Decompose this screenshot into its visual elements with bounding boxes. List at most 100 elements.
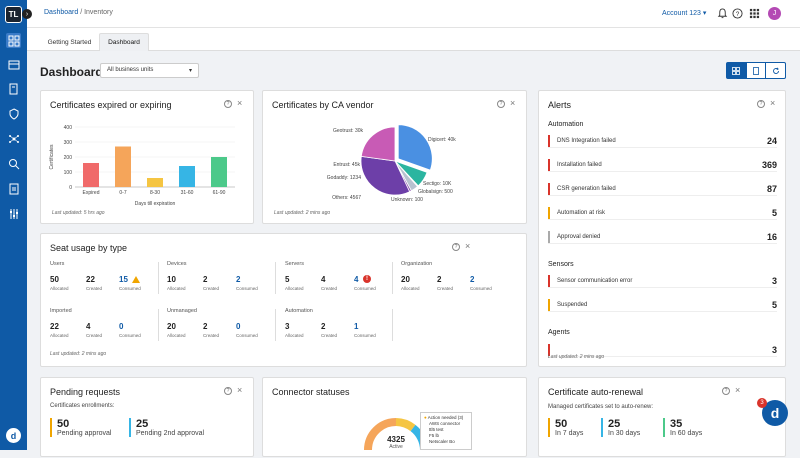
alert-count: 3	[771, 345, 777, 355]
card-title: Certificate auto-renewal	[548, 387, 644, 397]
alert-label: DNS Integration failed	[557, 138, 616, 144]
sidebar-item-requests[interactable]	[6, 81, 21, 96]
help-icon[interactable]: ?	[224, 100, 232, 108]
avatar[interactable]: J	[768, 7, 781, 20]
alert-row[interactable]: DNS Integration failed 24	[548, 134, 777, 148]
y-tick-label: 200	[64, 155, 73, 161]
top-bar: Dashboard / Inventory Account 123 ▾ ? J	[27, 0, 800, 28]
seat-consumed[interactable]: 0	[119, 322, 123, 331]
breadcrumb-dashboard-link[interactable]: Dashboard	[44, 9, 78, 16]
stat-label: Pending 2nd approval	[136, 430, 205, 437]
last-updated: Last updated: 2 mins ago	[274, 210, 331, 216]
pie-slice[interactable]	[360, 155, 411, 196]
alerts-section-agents: Agents	[548, 329, 570, 336]
tab-dashboard[interactable]: Dashboard	[99, 33, 149, 51]
alert-severity-bar	[548, 207, 550, 219]
breadcrumb-current: Inventory	[84, 9, 113, 16]
pie-slice[interactable]	[397, 124, 433, 171]
help-icon[interactable]: ?	[452, 243, 460, 251]
bar-0-7[interactable]	[115, 146, 131, 188]
seat-divider	[158, 262, 159, 294]
alert-row[interactable]: Automation at risk 5	[548, 206, 777, 220]
alert-count: 369	[761, 160, 777, 170]
sidebar-item-reports[interactable]	[6, 181, 21, 196]
document-edit-icon	[9, 83, 17, 94]
bar-61-90[interactable]	[211, 157, 227, 187]
alert-label: Automation at risk	[557, 210, 606, 216]
close-icon[interactable]: ×	[237, 98, 242, 108]
brand-logo[interactable]: d	[6, 428, 21, 443]
x-tick-label: 61-90	[213, 190, 226, 196]
seat-consumed[interactable]: 2	[470, 275, 474, 284]
seat-consumed[interactable]: 0	[236, 322, 240, 331]
alert-severity-bar	[548, 275, 550, 287]
seat-allocated: 5	[285, 275, 290, 284]
sidebar-item-policies[interactable]	[6, 106, 21, 121]
sidebar-item-discovery[interactable]	[6, 156, 21, 171]
seat-divider	[392, 262, 393, 294]
alert-count: 3	[771, 276, 777, 286]
alert-row[interactable]: Approval denied 16	[548, 230, 777, 244]
sidebar-item-inventory[interactable]	[6, 57, 21, 72]
x-tick-label: 0-7	[119, 190, 126, 196]
close-icon[interactable]: ×	[465, 241, 470, 251]
renewal-7-days-stat[interactable]: 50 In 7 days	[548, 418, 583, 437]
seat-consumed[interactable]: 15	[119, 275, 128, 284]
seat-created-label: Created	[203, 333, 220, 338]
alert-row[interactable]: CSR generation failed 87	[548, 182, 777, 196]
sidebar-toggle-icon[interactable]: ›	[22, 9, 32, 19]
alert-row[interactable]: Installation failed 369	[548, 158, 777, 172]
stat-value: 25	[136, 418, 149, 430]
help-icon[interactable]: ?	[497, 100, 505, 108]
sidebar-item-network[interactable]	[6, 131, 21, 146]
seat-consumed[interactable]: 1	[354, 322, 358, 331]
seat-allocated: 22	[50, 322, 59, 331]
tab-getting-started[interactable]: Getting Started	[42, 33, 97, 51]
help-icon[interactable]: ?	[757, 100, 765, 108]
grid-view-button[interactable]	[727, 63, 747, 78]
bar-31-60[interactable]	[179, 166, 195, 187]
pie-label: Geotrust: 30k	[333, 128, 364, 134]
close-icon[interactable]: ×	[237, 385, 242, 395]
seat-consumed[interactable]: 2	[236, 275, 240, 284]
bar-Expired[interactable]	[83, 163, 99, 187]
pending-2nd-approval-stat[interactable]: 25 Pending 2nd approval	[129, 418, 204, 437]
tooltip-item[interactable]: Netscaler Bo	[424, 439, 468, 445]
business-unit-select[interactable]: All business units ▾	[100, 63, 199, 78]
renewal-60-days-stat[interactable]: 35 In 60 days	[663, 418, 702, 437]
alert-row[interactable]: Suspended 5	[548, 298, 777, 312]
apps-grid-icon[interactable]	[749, 8, 760, 19]
seat-created: 22	[86, 275, 95, 284]
connector-total-label: Active	[389, 444, 403, 450]
seat-group-name: Imported	[50, 308, 72, 314]
tooltip-header: Action needed	[427, 415, 457, 420]
svg-text:?: ?	[736, 11, 740, 18]
alert-severity-bar	[548, 299, 550, 311]
seat-allocated-label: Allocated	[401, 286, 420, 291]
seat-created: 4	[86, 322, 91, 331]
alert-row[interactable]: Sensor communication error 3	[548, 274, 777, 288]
account-selector[interactable]: Account 123 ▾	[662, 9, 706, 17]
warning-dot-icon: ●	[424, 415, 427, 420]
seat-divider	[158, 309, 159, 341]
close-icon[interactable]: ×	[735, 385, 740, 395]
grid-icon	[732, 66, 741, 75]
help-icon[interactable]: ?	[732, 8, 743, 19]
help-icon[interactable]: ?	[224, 387, 232, 395]
renewal-30-days-stat[interactable]: 25 In 30 days	[601, 418, 640, 437]
pending-approval-stat[interactable]: 50 Pending approval	[50, 418, 112, 437]
pie-slice[interactable]	[360, 126, 396, 162]
bell-icon[interactable]	[717, 8, 728, 19]
bar-8-30[interactable]	[147, 178, 163, 187]
warning-icon	[132, 276, 140, 283]
help-icon[interactable]: ?	[722, 387, 730, 395]
sidebar-item-dashboard[interactable]	[6, 33, 21, 48]
sidebar-item-settings[interactable]	[6, 206, 21, 221]
refresh-button[interactable]	[766, 63, 785, 78]
close-icon[interactable]: ×	[770, 98, 775, 108]
close-icon[interactable]: ×	[510, 98, 515, 108]
app-logo[interactable]: TL	[5, 6, 22, 23]
seat-consumed[interactable]: 4	[354, 275, 358, 284]
view-toggle-group	[726, 62, 786, 79]
export-button[interactable]	[747, 63, 767, 78]
